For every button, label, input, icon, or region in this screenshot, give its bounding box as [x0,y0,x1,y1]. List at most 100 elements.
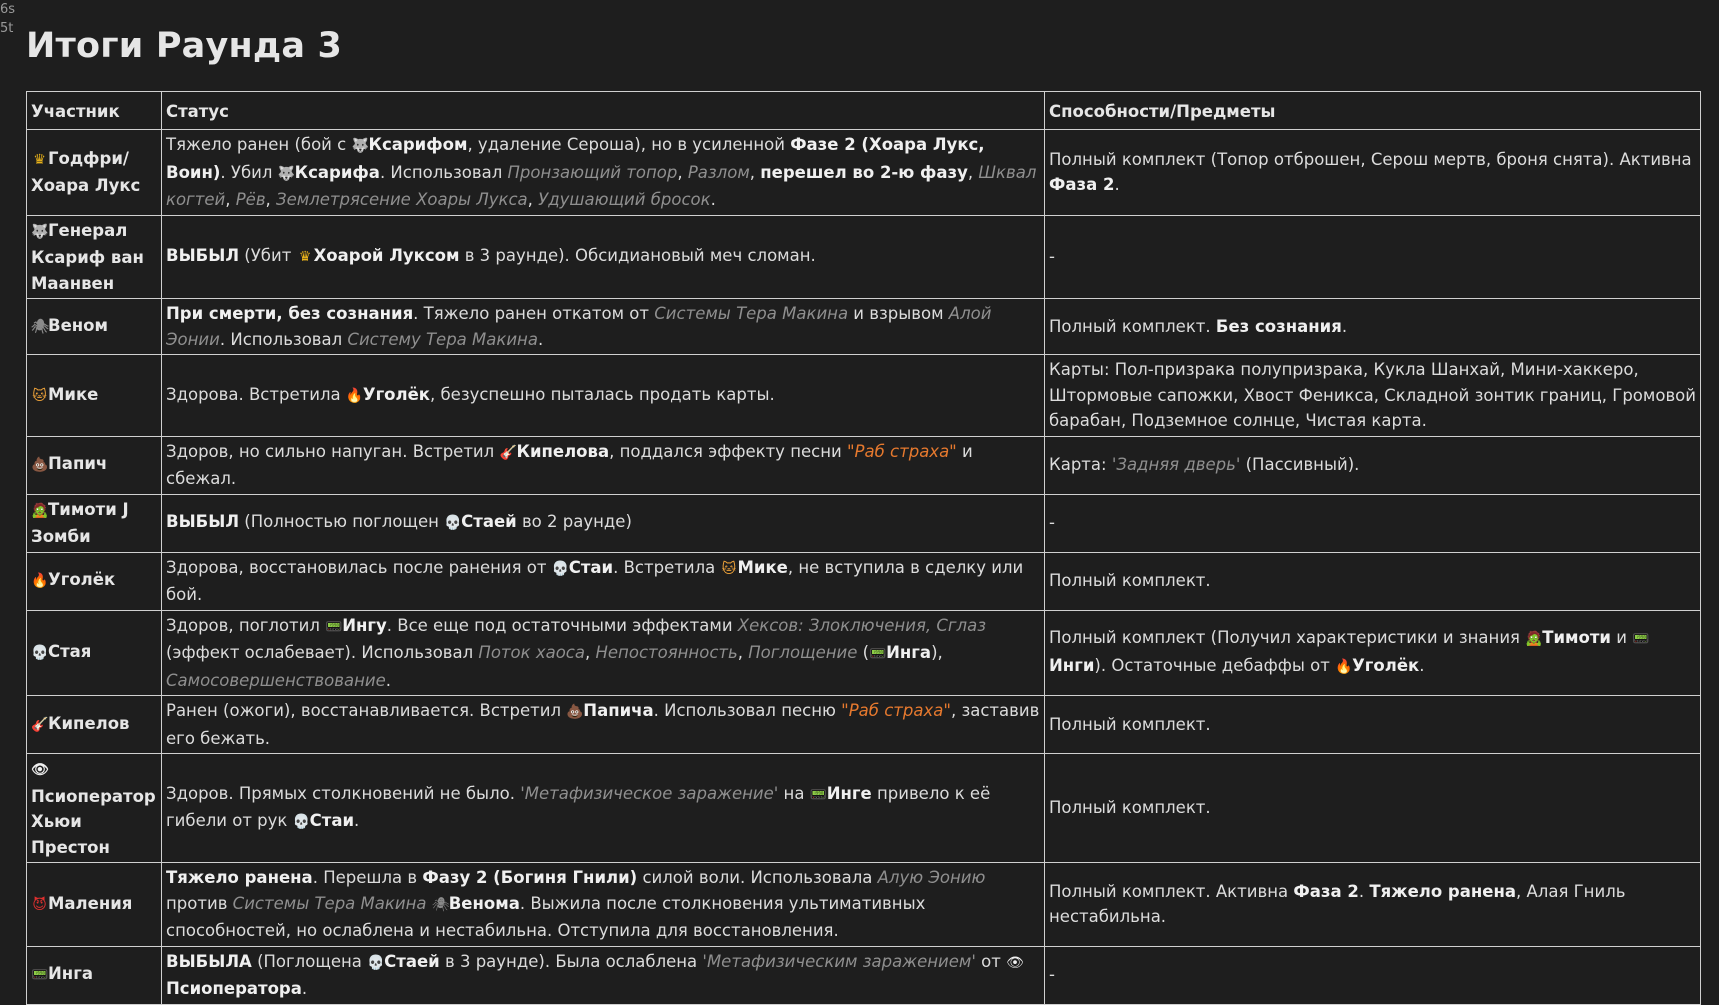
text-run: , [265,190,277,209]
text-run: ), [931,643,943,662]
italic-reference: Непостоянность [595,643,738,662]
text-run: Тяжело ранен (бой с [166,135,352,154]
italic-reference: Самосовершенствование [166,670,386,690]
text-run: Здоров. Прямых столкновений не было. [166,783,521,803]
abilities-cell: Полный комплект (Топор отброшен, Серош м… [1044,129,1701,216]
text-run: . Перешла в [312,868,423,887]
bold-text: Папича [583,701,654,720]
abilities-cell: - [1044,214,1701,299]
text-run: . [1419,655,1425,675]
bold-text: Стаи [568,557,614,577]
table-row: 🔥Уголёк Здорова, восстановилась после ран… [26,551,1701,611]
skull-icon: 💀 [444,515,462,532]
text-run: Полный комплект. [1049,571,1211,591]
text-run: Полный комплект (Получил характеристики … [1049,628,1526,648]
italic-reference: Удушающий бросок [538,190,711,209]
participant-name: Генерал Ксариф ван Маанвен [31,220,144,293]
participant-cell: 🔥Уголёк [26,551,162,611]
poop-icon: 💩 [31,457,49,474]
table-row: 🎸Кипелов Ранен (ожоги), восстанавливается… [26,695,1701,754]
text-run: Полный комплект. [1049,316,1216,336]
text-run: . Встретила [613,557,721,577]
text-run: и взрывом [848,304,949,323]
text-run: . [1358,881,1370,901]
participant-cell: 💀Стая [26,609,162,696]
abilities-cell: Полный комплект. [1044,753,1701,863]
italic-reference: Рёв [235,190,266,209]
wolf-icon: 🐺 [277,165,296,182]
status-cell: Здорова. Встретила 🔥Уголёк, безуспешно п… [161,354,1045,437]
header-participant: Участник [26,91,162,130]
text-run: . [354,811,360,830]
text-run: (эффект ослабевает). Использовал [166,643,479,662]
bold-text: Уголёк [362,384,430,404]
bold-text: Венома [448,893,520,913]
status-cell: Ранен (ожоги), восстанавливается. Встрет… [161,695,1045,754]
abilities-cell: Карты: Пол-призрака полупризрака, Кукла … [1044,354,1701,437]
abilities-cell: - [1044,493,1701,553]
text-run: . Все еще под остаточными эффектами [386,615,738,635]
results-table: Участник Статус Способности/Предметы ♛ Го… [26,91,1701,1005]
zombie-icon: 🧟 [1525,631,1543,648]
page-title: Итоги Раунда 3 [26,26,343,66]
participant-cell: 🧟Тимоти J Зомби [26,493,162,553]
guitar-icon: 🎸 [31,716,49,733]
italic-reference: Систему Тера Макина [347,329,538,349]
robot-icon: 📟 [325,618,343,635]
skull-icon: 💀 [367,954,385,971]
table-row: 🐱Мике Здорова. Встретила 🔥Уголёк, безуспе… [26,354,1701,437]
participant-name: Стая [48,642,92,661]
skull-icon: 💀 [551,560,570,577]
abilities-cell: Полный комплект. [1044,551,1701,611]
table-row: 💩Папич Здоров, но сильно напуган. Встрети… [26,435,1701,495]
italic-reference: Системы Тера Макина [654,304,849,323]
participant-cell: 🕷Веном [26,298,162,355]
wolf-icon: 🐺 [351,138,369,154]
wolf-icon: 🐺 [31,223,49,240]
text-run: в 3 раунде). Была ослаблена [439,951,703,971]
bold-text: Ксарифа [294,162,380,182]
status-cell: ВЫБЫЛ (Убит ♛ Хоарой Луксом в 3 раунде). … [161,214,1045,299]
text-run: и [1610,628,1633,648]
participant-cell: 💩Папич [26,435,162,495]
bold-text: Мике [737,557,788,577]
text-run: Здоров, поглотил [166,615,326,635]
status-cell: Здоров. Прямых столкновений не было. 'Ме… [161,753,1045,863]
text-run: . Тяжело ранен откатом от [413,304,655,323]
table-row: 👁 Псиоператор Хьюи Престон Здоров. Прямых … [26,753,1701,863]
italic-reference: Поглощение [748,643,858,662]
fire-icon: 🔥 [31,573,49,590]
table-header-row: Участник Статус Способности/Предметы [26,91,1701,130]
text-run: Полный комплект. [1049,714,1211,734]
text-run: на [778,783,810,803]
text-run: - [1049,965,1055,985]
text-run: . [710,190,716,209]
text-run: , [225,190,236,209]
text-run: , безуспешно пыталась продать карты. [430,384,775,404]
bold-text: Стаи [309,811,355,830]
corner-label: 6s 5t [0,0,15,38]
bold-text: Ингу [342,615,387,635]
status-cell: ВЫБЫЛА (Поглощена 💀Стаей в 3 раунде). Бы… [161,945,1045,1005]
text-run: . Использовал песню [653,701,842,720]
text-run: - [1049,247,1055,266]
skull-icon: 💀 [31,645,49,661]
spider-icon: 🕷 [431,896,450,913]
fire-icon: 🔥 [345,387,364,404]
participant-name: Мике [48,384,99,404]
bold-text: Фаза 2 [1293,881,1359,901]
abilities-cell: Полный комплект. [1044,695,1701,754]
text-run: . [1114,175,1120,195]
guitar-icon: 🎸 [499,444,517,461]
corner-label-line-2: 5t [0,21,14,36]
italic-reference: 'Метафизическим заражением' [702,951,976,971]
bold-text: При смерти, без сознания [166,304,414,323]
abilities-cell: Полный комплект. Без сознания. [1044,298,1701,355]
participant-cell: 😈Маления [26,862,162,947]
text-run: в 3 раунде). Обсидиановый меч сломан. [459,246,816,265]
status-cell: Тяжело ранена. Перешла в Фазу 2 (Богиня … [161,862,1045,947]
text-run: силой воли. Использовала [637,868,878,887]
bold-text: Инги [1049,655,1095,675]
eye-icon: 👁 [31,762,49,778]
bold-text: Ксарифом [368,135,468,154]
